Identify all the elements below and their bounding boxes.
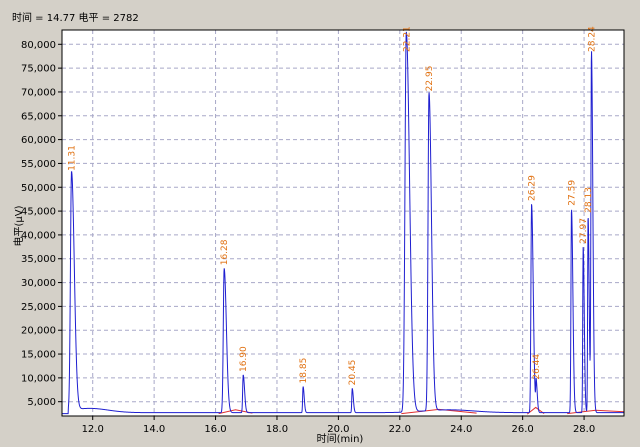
x-tick-label: 28.0 xyxy=(573,424,595,435)
chromatogram-chart[interactable]: 11.3116.2816.90 18.85 20.4522.2122.9526.29… xyxy=(0,0,640,447)
y-tick-label: 5,000 xyxy=(27,397,56,408)
y-tick-label: 80,000 xyxy=(21,40,56,51)
y-tick-label: 20,000 xyxy=(21,326,56,337)
x-tick-label: 26.0 xyxy=(512,424,534,435)
y-tick-label: 15,000 xyxy=(21,350,56,361)
x-tick-label: 14.0 xyxy=(143,424,165,435)
y-tick-label: 65,000 xyxy=(21,111,56,122)
peak-label: 20.45 xyxy=(348,360,358,386)
peak-label: 28.13 xyxy=(584,187,594,213)
y-tick-label: 70,000 xyxy=(21,87,56,98)
x-tick-label: 12.0 xyxy=(82,424,104,435)
peak-label: 27.97 xyxy=(579,218,589,244)
y-tick-label: 60,000 xyxy=(21,135,56,146)
x-tick-label: 22.0 xyxy=(389,424,411,435)
x-tick-label: 18.0 xyxy=(266,424,288,435)
x-axis-label: 时间(min) xyxy=(317,432,364,445)
y-tick-label: 75,000 xyxy=(21,64,56,75)
y-tick-label: 25,000 xyxy=(21,302,56,313)
peak-label: 22.95 xyxy=(425,66,435,92)
y-tick-label: 10,000 xyxy=(21,373,56,384)
y-tick-label: 40,000 xyxy=(21,230,56,241)
y-tick-label: 35,000 xyxy=(21,254,56,265)
peak-label: 16.90 xyxy=(239,346,249,372)
peak-label: 26.29 xyxy=(528,175,538,201)
peak-label: 16.28 xyxy=(220,239,230,265)
peak-label: 26.44 xyxy=(532,354,542,380)
y-tick-label: 50,000 xyxy=(21,183,56,194)
y-tick-label: 30,000 xyxy=(21,278,56,289)
peak-label: 27.59 xyxy=(567,180,577,206)
peak-label: 11.31 xyxy=(68,145,78,171)
y-axis-label: 电平(µV) xyxy=(12,205,25,246)
x-tick-label: 16.0 xyxy=(204,424,226,435)
y-tick-label: 55,000 xyxy=(21,159,56,170)
x-tick-label: 24.0 xyxy=(450,424,472,435)
y-tick-label: 45,000 xyxy=(21,207,56,218)
peak-label: 18.85 xyxy=(299,358,309,384)
